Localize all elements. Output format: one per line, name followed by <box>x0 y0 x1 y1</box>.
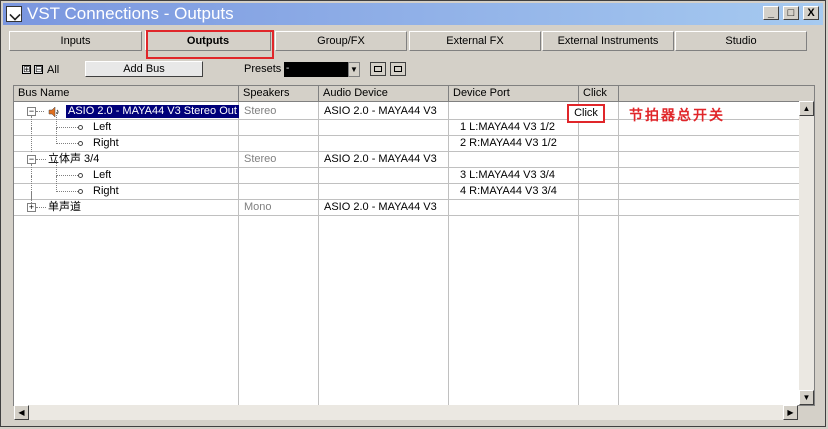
tab-external-instruments[interactable]: External Instruments <box>542 31 674 51</box>
chevron-down-icon[interactable]: ▼ <box>348 62 360 77</box>
tree-line <box>56 128 57 144</box>
tree-line <box>36 207 46 208</box>
channel-name: Left <box>93 169 112 181</box>
table-row[interactable]: Left 3 L:MAYA44 V3 3/4 <box>14 160 800 184</box>
header-bus-name[interactable]: Bus Name <box>14 86 239 102</box>
speaker-icon <box>48 107 59 117</box>
speakers-value: Mono <box>244 201 272 213</box>
table-row[interactable]: Right 2 R:MAYA44 V3 1/2 <box>14 128 800 152</box>
port-icon <box>78 173 83 178</box>
channel-name: Right <box>93 137 119 149</box>
save-preset-icon[interactable] <box>370 62 386 76</box>
table-row[interactable]: Right 4 R:MAYA44 V3 3/4 <box>14 176 800 200</box>
tree-line <box>56 112 57 128</box>
bus-name-selected[interactable]: ASIO 2.0 - MAYA44 V3 Stereo Out <box>65 104 240 119</box>
collapse-icon[interactable]: − <box>27 107 36 116</box>
tree-line <box>56 176 57 192</box>
click-toggle[interactable]: Click <box>567 104 605 123</box>
table-row[interactable]: + 单声道 Mono ASIO 2.0 - MAYA44 V3 <box>14 192 800 216</box>
audio-device-value[interactable]: ASIO 2.0 - MAYA44 V3 <box>324 152 437 167</box>
audio-device-value[interactable]: ASIO 2.0 - MAYA44 V3 <box>324 104 437 119</box>
app-icon[interactable] <box>6 6 22 22</box>
scroll-up-icon[interactable]: ▲ <box>799 101 814 116</box>
audio-device-value[interactable]: ASIO 2.0 - MAYA44 V3 <box>324 200 437 215</box>
device-port-value[interactable]: 3 L:MAYA44 V3 3/4 <box>460 168 555 183</box>
title-bar[interactable]: VST Connections - Outputs _ □ X <box>3 3 823 25</box>
tree-line <box>31 164 32 176</box>
device-port-value[interactable]: 2 R:MAYA44 V3 1/2 <box>460 136 557 151</box>
tree-line <box>56 160 57 176</box>
speakers-value: Stereo <box>244 153 277 165</box>
tree-line <box>31 128 32 152</box>
annotation-label: 节拍器总开关 <box>629 108 725 124</box>
tab-bar: Inputs Outputs Group/FX External FX Exte… <box>9 31 817 51</box>
maximize-button[interactable]: □ <box>783 6 799 20</box>
tree-line <box>56 175 78 176</box>
tree-line <box>56 127 78 128</box>
channel-name: Right <box>93 185 119 197</box>
minimize-button[interactable]: _ <box>763 6 779 20</box>
close-button[interactable]: X <box>803 6 819 20</box>
device-port-value[interactable]: 1 L:MAYA44 V3 1/2 <box>460 120 555 135</box>
device-port-value[interactable]: 4 R:MAYA44 V3 3/4 <box>460 184 557 199</box>
header-click[interactable]: Click <box>579 86 619 102</box>
expand-all-icon[interactable]: ⊞ <box>22 65 31 74</box>
presets-label: Presets <box>244 63 282 75</box>
header-empty <box>619 86 814 102</box>
scroll-left-icon[interactable]: ◀ <box>14 405 29 420</box>
port-icon <box>78 125 83 130</box>
scroll-down-icon[interactable]: ▼ <box>799 390 814 405</box>
window-title: VST Connections - Outputs <box>27 4 234 23</box>
collapse-all-icon[interactable]: ⊟ <box>34 65 43 74</box>
delete-preset-icon[interactable] <box>390 62 406 76</box>
expand-icon[interactable]: + <box>27 203 36 212</box>
add-bus-button[interactable]: Add Bus <box>85 61 203 77</box>
outputs-tab-highlight <box>146 30 274 59</box>
vst-connections-window: VST Connections - Outputs _ □ X Inputs O… <box>0 0 826 427</box>
tab-studio[interactable]: Studio <box>675 31 807 51</box>
bus-table: Bus Name Speakers Audio Device Device Po… <box>13 85 815 406</box>
tree-line <box>36 159 46 160</box>
vertical-scrollbar[interactable]: ▲ ▼ <box>799 101 814 405</box>
channel-name: Left <box>93 121 112 133</box>
tab-group-fx[interactable]: Group/FX <box>275 31 407 51</box>
scroll-right-icon[interactable]: ▶ <box>783 405 798 420</box>
header-audio-device[interactable]: Audio Device <box>319 86 449 102</box>
tree-line <box>36 111 44 112</box>
bus-name[interactable]: 单声道 <box>48 200 81 215</box>
tab-external-fx[interactable]: External FX <box>409 31 541 51</box>
header-device-port[interactable]: Device Port <box>449 86 579 102</box>
presets-select[interactable]: - ▼ <box>284 62 360 77</box>
all-label: All <box>47 64 60 76</box>
port-icon <box>78 189 83 194</box>
tab-inputs[interactable]: Inputs <box>9 31 142 51</box>
tree-line <box>56 143 78 144</box>
presets-value: - <box>286 63 290 74</box>
horizontal-scrollbar[interactable]: ◀ ▶ <box>14 405 798 420</box>
tree-line <box>31 116 32 128</box>
collapse-icon[interactable]: − <box>27 155 36 164</box>
port-icon <box>78 141 83 146</box>
header-speakers[interactable]: Speakers <box>239 86 319 102</box>
table-row[interactable]: − 立体声 3/4 Stereo ASIO 2.0 - MAYA44 V3 <box>14 152 800 168</box>
tree-line <box>56 191 78 192</box>
speakers-value: Stereo <box>244 105 277 117</box>
